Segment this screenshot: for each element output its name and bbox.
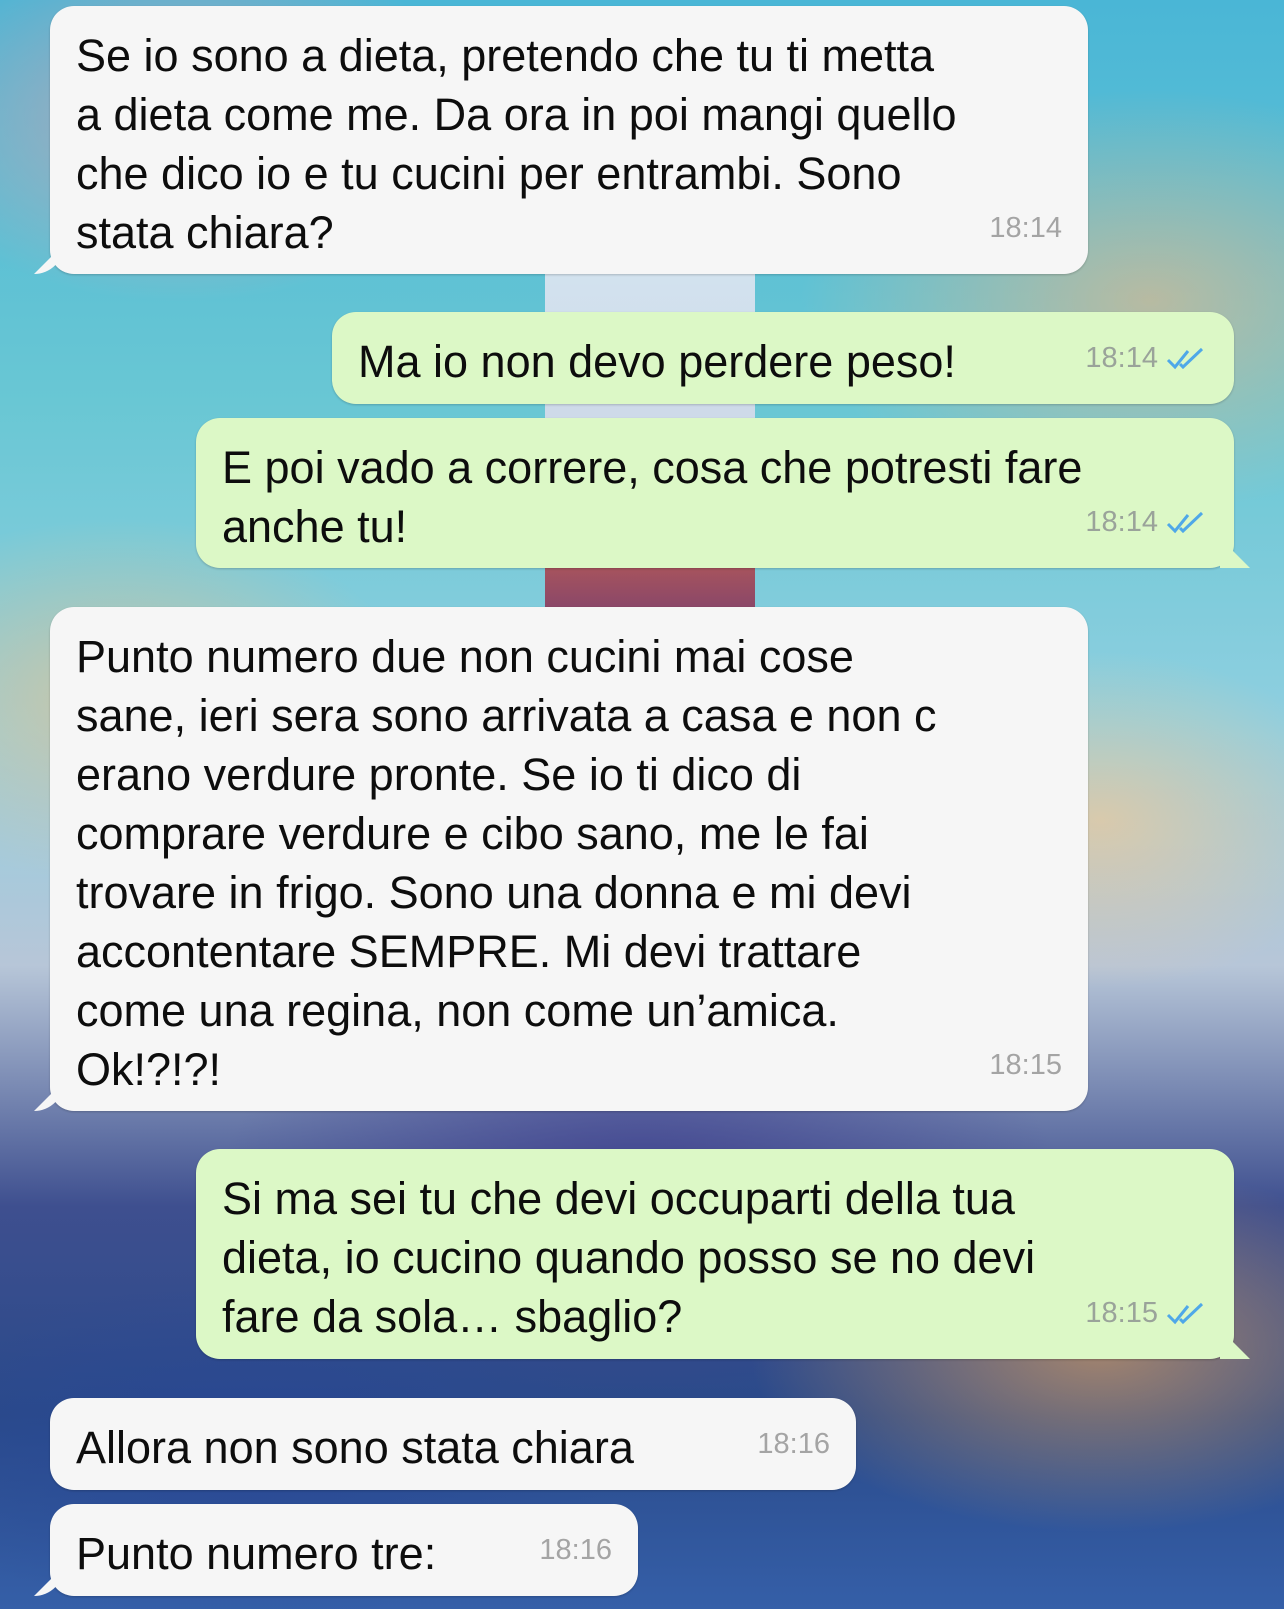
message-bubble-incoming[interactable]: Se io sono a dieta, pretendo che tu ti m…	[50, 6, 1088, 274]
message-text: Punto numero due non cucini mai cose san…	[76, 631, 937, 1095]
message-bubble-incoming[interactable]: Allora non sono stata chiara 18:16	[50, 1398, 856, 1490]
message-text: Allora non sono stata chiara	[76, 1422, 634, 1473]
message-bubble-incoming[interactable]: Punto numero tre: 18:16	[50, 1504, 638, 1596]
message-time: 18:14	[1085, 506, 1158, 538]
message-bubble-outgoing[interactable]: Ma io non devo perdere peso! 18:14	[332, 312, 1234, 404]
message-meta: 18:14	[1085, 329, 1208, 388]
message-time: 18:15	[1085, 1297, 1158, 1329]
message-text: Si ma sei tu che devi occuparti della tu…	[222, 1173, 1036, 1342]
double-check-icon	[1166, 347, 1204, 369]
message-meta: 18:15	[989, 1036, 1062, 1095]
message-time: 18:14	[989, 212, 1062, 244]
message-time: 18:16	[757, 1428, 830, 1460]
message-text: Se io sono a dieta, pretendo che tu ti m…	[76, 30, 957, 258]
message-meta: 18:16	[539, 1521, 612, 1580]
double-check-icon	[1166, 511, 1204, 533]
message-meta: 18:16	[757, 1415, 830, 1474]
message-time: 18:14	[1085, 342, 1158, 374]
message-meta: 18:14	[989, 199, 1062, 258]
message-time: 18:15	[989, 1049, 1062, 1081]
message-bubble-outgoing[interactable]: E poi vado a correre, cosa che potresti …	[196, 418, 1234, 568]
message-text: Punto numero tre:	[76, 1528, 437, 1579]
message-text: E poi vado a correre, cosa che potresti …	[222, 442, 1083, 552]
message-meta: 18:15	[1085, 1284, 1208, 1343]
message-bubble-outgoing[interactable]: Si ma sei tu che devi occuparti della tu…	[196, 1149, 1234, 1359]
message-meta: 18:14	[1085, 493, 1208, 552]
double-check-icon	[1166, 1302, 1204, 1324]
message-time: 18:16	[539, 1534, 612, 1566]
message-text: Ma io non devo perdere peso!	[358, 336, 956, 387]
message-bubble-incoming[interactable]: Punto numero due non cucini mai cose san…	[50, 607, 1088, 1111]
